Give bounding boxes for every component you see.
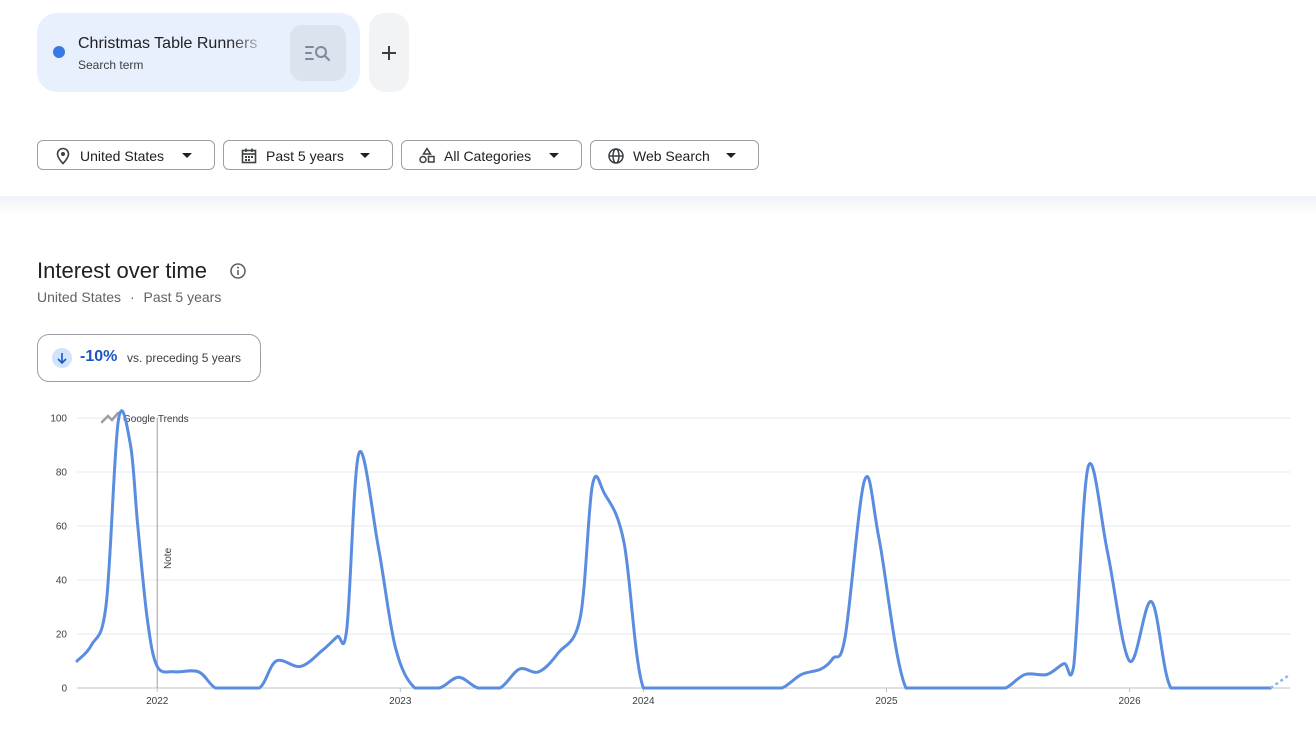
y-tick-label: 20 bbox=[56, 630, 68, 641]
arrow-down-icon bbox=[52, 348, 72, 368]
section-divider bbox=[0, 196, 1316, 214]
x-tick-label: 2025 bbox=[875, 696, 898, 707]
partial-data-line bbox=[1269, 673, 1291, 690]
y-tick-label: 80 bbox=[56, 468, 68, 479]
explore-header: Christmas Table Runners Search term Unit… bbox=[0, 0, 1316, 196]
region-filter-label: United States bbox=[80, 148, 165, 164]
subtitle-period: Past 5 years bbox=[143, 289, 222, 305]
chevron-down-icon bbox=[726, 153, 736, 158]
y-tick-label: 60 bbox=[56, 522, 68, 533]
search-list-icon[interactable] bbox=[290, 25, 346, 81]
categories-icon bbox=[419, 147, 435, 164]
y-tick-label: 0 bbox=[61, 684, 67, 695]
section-subtitle: United States · Past 5 years bbox=[37, 289, 221, 305]
chevron-down-icon bbox=[182, 153, 192, 158]
chevron-down-icon bbox=[360, 153, 370, 158]
x-tick-label: 2026 bbox=[1118, 696, 1141, 707]
search-type-filter-label: Web Search bbox=[633, 148, 710, 164]
comparison-value: -10% bbox=[80, 348, 118, 365]
chevron-down-icon bbox=[549, 153, 559, 158]
y-tick-label: 40 bbox=[56, 576, 68, 587]
comparison-text: vs. preceding 5 years bbox=[127, 351, 242, 365]
calendar-icon bbox=[241, 148, 257, 164]
section-title: Interest over time bbox=[37, 258, 207, 283]
comparison-chip: -10% vs. preceding 5 years bbox=[37, 334, 261, 382]
watermark: Google Trends bbox=[123, 414, 189, 425]
time-filter-label: Past 5 years bbox=[266, 148, 344, 164]
series-line bbox=[75, 409, 1273, 690]
region-filter[interactable]: United States bbox=[37, 140, 215, 170]
category-filter[interactable]: All Categories bbox=[401, 140, 582, 170]
interest-over-time-chart: 0 20 40 60 80 100 2022 2023 2024 2025 2026 Note Goog… bbox=[50, 409, 1291, 707]
search-term-type: Search term bbox=[78, 58, 144, 72]
search-term-name[interactable]: Christmas Table Runners bbox=[78, 35, 268, 53]
time-filter[interactable]: Past 5 years bbox=[223, 140, 393, 170]
x-tick-label: 2024 bbox=[632, 696, 655, 707]
y-tick-label: 100 bbox=[50, 414, 67, 425]
info-icon[interactable] bbox=[230, 263, 246, 279]
plus-icon bbox=[382, 45, 396, 60]
category-filter-label: All Categories bbox=[444, 148, 532, 164]
x-tick-label: 2022 bbox=[146, 696, 169, 707]
note-label: Note bbox=[163, 547, 174, 569]
globe-icon bbox=[608, 148, 624, 164]
search-term-card[interactable]: Christmas Table Runners Search term bbox=[37, 13, 360, 92]
search-type-filter[interactable]: Web Search bbox=[590, 140, 759, 170]
subtitle-region: United States bbox=[37, 289, 122, 305]
location-pin-icon bbox=[56, 147, 70, 165]
series-color-dot bbox=[53, 46, 65, 58]
x-tick-label: 2023 bbox=[389, 696, 412, 707]
add-comparison-button[interactable] bbox=[369, 13, 409, 92]
subtitle-separator: · bbox=[129, 289, 135, 305]
